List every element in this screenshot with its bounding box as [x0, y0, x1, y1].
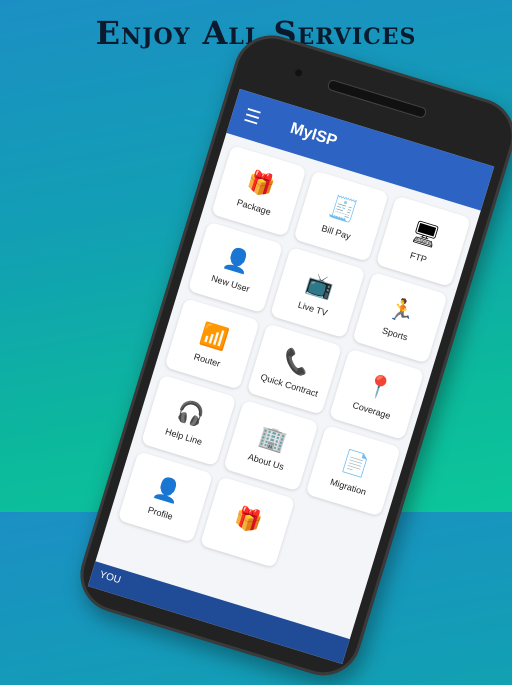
services-grid: 🎁 Package 🧾 Bill Pay 🖥 FTP 👤 New User 📺 Live TV 🏃 S… — [106, 133, 481, 605]
app-title: MyISP — [288, 119, 340, 151]
sports-icon: 🏃 — [385, 294, 419, 327]
service-tile-new-user[interactable]: 👤 New User — [187, 221, 284, 314]
service-tile-profile[interactable]: 👤 Profile — [117, 451, 214, 543]
ftp-icon: 🖥 — [408, 217, 443, 251]
speaker — [326, 78, 428, 120]
service-label: Profile — [146, 504, 174, 522]
bill-pay-icon: 🧾 — [326, 192, 361, 225]
migration-icon: 📄 — [338, 447, 373, 480]
about-us-icon: 🏢 — [256, 422, 290, 455]
new-user-icon: 👤 — [220, 244, 255, 277]
service-label: FTP — [408, 250, 428, 265]
service-tile-quick-contract[interactable]: 📞 Quick Contract — [246, 323, 343, 415]
service-tile-tile-13[interactable]: 🎁 — [199, 476, 296, 568]
tile-13-icon: 🎁 — [231, 503, 266, 536]
service-tile-live-tv[interactable]: 📺 Live TV — [269, 246, 366, 339]
coverage-icon: 📍 — [361, 371, 396, 403]
app-screen: ☰ MyISP 🎁 Package 🧾 Bill Pay 🖥 FTP 👤 New User 📺 L… — [87, 88, 495, 664]
service-label: Sports — [381, 325, 409, 343]
service-tile-help-line[interactable]: 🎧 Help Line — [140, 374, 237, 467]
service-tile-bill-pay[interactable]: 🧾 Bill Pay — [293, 170, 389, 262]
help-line-icon: 🎧 — [174, 397, 208, 430]
service-tile-ftp[interactable]: 🖥 FTP — [375, 195, 472, 288]
camera — [294, 68, 303, 78]
phone-mockup: ☰ MyISP 🎁 Package 🧾 Bill Pay 🖥 FTP 👤 New User 📺 L… — [71, 26, 512, 685]
package-icon: 🎁 — [244, 167, 278, 200]
router-icon: 📶 — [197, 320, 232, 353]
service-tile-package[interactable]: 🎁 Package — [211, 145, 307, 237]
service-tile-sports[interactable]: 🏃 Sports — [352, 271, 448, 364]
profile-icon: 👤 — [150, 473, 185, 506]
footer-text: YOU — [98, 569, 123, 587]
hamburger-icon[interactable]: ☰ — [242, 104, 269, 131]
service-tile-coverage[interactable]: 📍 Coverage — [328, 348, 425, 441]
service-tile-migration[interactable]: 📄 Migration — [305, 424, 401, 517]
service-tile-router[interactable]: 📶 Router — [164, 298, 260, 390]
live-tv-icon: 📺 — [303, 269, 337, 302]
service-tile-about-us[interactable]: 🏢 About Us — [223, 399, 319, 492]
quick-contract-icon: 📞 — [279, 345, 314, 378]
